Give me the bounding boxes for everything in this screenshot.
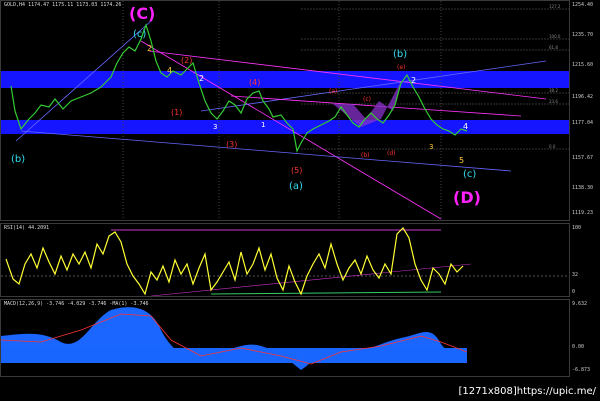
- macd-axis: 9.632 0.00 -6.873: [572, 301, 591, 373]
- wave-label-4-red: (4): [249, 78, 260, 87]
- wave-label-e-small: (e): [397, 64, 405, 71]
- wave-label-C-big: (C): [129, 4, 155, 23]
- wave-label-c-small: (c): [363, 96, 371, 103]
- rsi-axis: 100 32 0: [572, 225, 582, 295]
- watermark: [1271x808]https://upic.me/: [458, 386, 596, 397]
- price-chart-pane[interactable]: GOLD,H4 1174.47 1175.11 1173.03 1174.26: [0, 0, 570, 221]
- wave-label-1-red: (1): [171, 108, 182, 117]
- wave-label-2-white-left: 2: [199, 74, 204, 83]
- price-header: GOLD,H4 1174.47 1175.11 1173.03 1174.26: [4, 2, 122, 8]
- wave-label-5-red: (5): [291, 166, 302, 175]
- wave-label-a-low: (a): [289, 181, 303, 192]
- wave-label-d-small: (d): [387, 150, 396, 157]
- wave-label-2-white: 2: [411, 76, 416, 85]
- wave-label-3-yellow: 3: [429, 143, 433, 151]
- wave-label-2-red: (2): [181, 56, 192, 65]
- macd-svg: [1, 307, 468, 370]
- wave-label-D-big: (D): [453, 188, 481, 207]
- rsi-svg: [1, 227, 569, 296]
- svg-text:127.2: 127.2: [549, 4, 561, 9]
- svg-text:38.2: 38.2: [549, 88, 558, 93]
- svg-text:100.0: 100.0: [549, 34, 561, 39]
- price-axis: 1254.40 1235.70 1215.60 1196.42 1177.04 …: [572, 2, 594, 216]
- wave-label-3-white: 3: [213, 123, 217, 131]
- svg-text:23.6: 23.6: [549, 99, 558, 104]
- wave-label-2-yellow: 2: [147, 44, 152, 53]
- svg-text:61.8: 61.8: [549, 45, 558, 50]
- resistance-zone: [1, 71, 569, 88]
- macd-pane[interactable]: MACD(12,26,9) -3.746 -4.029 -3.746 -MA(1…: [0, 299, 570, 377]
- wave-label-3-red: (3): [226, 140, 237, 149]
- wave-label-1-white: 1: [261, 121, 265, 129]
- wave-label-4-white: 4: [463, 122, 468, 131]
- wave-label-4-yellow: 4: [167, 66, 172, 75]
- rsi-pane[interactable]: RSI(14) 44.2091: [0, 223, 570, 297]
- macd-header: MACD(12,26,9) -3.746 -4.029 -3.746 -MA(1…: [4, 301, 149, 307]
- wave-label-b-right: (b): [393, 49, 407, 60]
- wave-label-c-right: (c): [463, 169, 476, 180]
- svg-text:0.0: 0.0: [549, 144, 556, 149]
- wave-label-c-top: (c): [133, 29, 146, 40]
- price-chart-svg: (C) (D) (c) (b) (b) (a) (c) (2) (4) (1) …: [1, 1, 569, 220]
- wave-label-5-yellow: 5: [459, 156, 464, 165]
- rsi-header: RSI(14) 44.2091: [4, 225, 50, 231]
- wave-label-a-small: (a): [329, 88, 337, 95]
- wave-label-b-left: (b): [11, 154, 25, 165]
- wave-label-b-small: (b): [361, 152, 370, 159]
